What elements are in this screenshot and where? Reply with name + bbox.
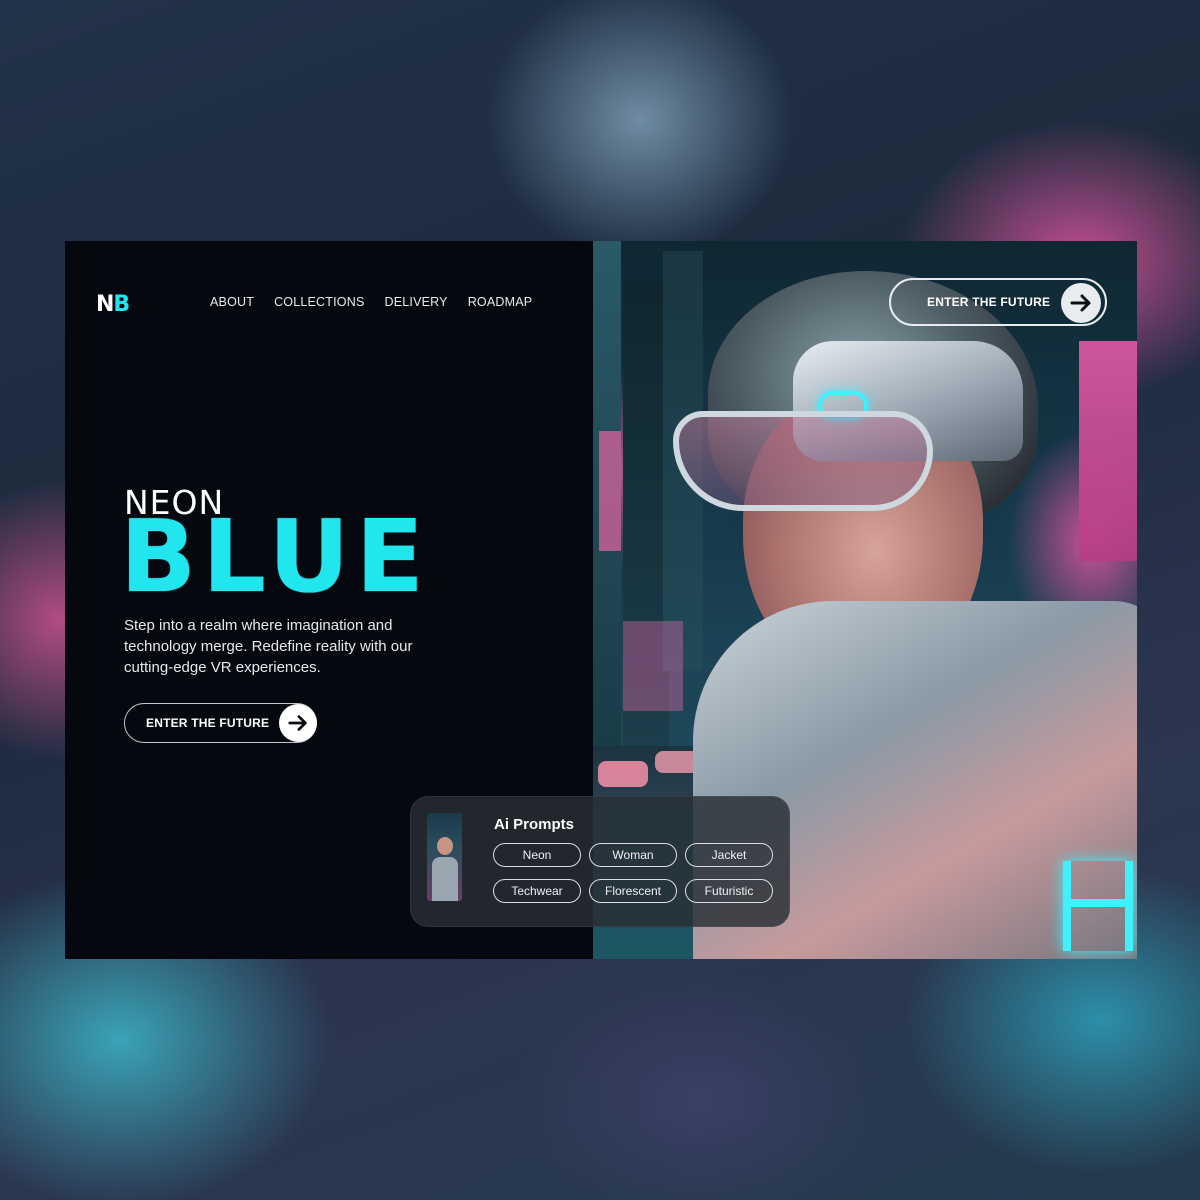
arrow-right-icon	[279, 704, 317, 742]
nav-collections[interactable]: COLLECTIONS	[274, 295, 364, 309]
header-cta-label: ENTER THE FUTURE	[927, 295, 1051, 309]
prompt-tags: Neon Woman Jacket Techwear Florescent Fu…	[493, 843, 779, 903]
tag-woman[interactable]: Woman	[589, 843, 677, 867]
tag-techwear[interactable]: Techwear	[493, 879, 581, 903]
arrow-right-icon	[1061, 283, 1101, 323]
logo-letter-n: N	[96, 292, 114, 317]
hero-description: Step into a realm where imagination and …	[124, 617, 413, 676]
nav-roadmap[interactable]: ROADMAP	[468, 295, 533, 309]
vr-goggles	[673, 411, 933, 511]
thumbnail-body	[432, 857, 458, 901]
tag-futuristic[interactable]: Futuristic	[685, 879, 773, 903]
billboard	[599, 431, 621, 551]
prompt-thumbnail[interactable]	[427, 813, 462, 901]
billboard	[1079, 341, 1137, 561]
nav-about[interactable]: ABOUT	[210, 295, 254, 309]
ai-prompts-card: Ai Prompts Neon Woman Jacket Techwear Fl…	[410, 796, 790, 927]
hero-cta-label: ENTER THE FUTURE	[146, 716, 270, 730]
hero-enter-future-button[interactable]: ENTER THE FUTURE	[124, 703, 317, 743]
neon-glow	[623, 621, 683, 711]
car	[598, 761, 648, 787]
nav-delivery[interactable]: DELIVERY	[384, 295, 447, 309]
main-nav: ABOUT COLLECTIONS DELIVERY ROADMAP	[210, 295, 532, 309]
tag-neon[interactable]: Neon	[493, 843, 581, 867]
logo-letter-b: B	[113, 292, 130, 317]
brand-logo[interactable]: NB	[96, 292, 130, 317]
hero-title-big: BLUE	[120, 498, 430, 615]
tag-florescent[interactable]: Florescent	[589, 879, 677, 903]
tag-jacket[interactable]: Jacket	[685, 843, 773, 867]
landing-card: NB ABOUT COLLECTIONS DELIVERY ROADMAP EN…	[65, 241, 1137, 959]
prompts-title: Ai Prompts	[494, 816, 575, 833]
header-enter-future-button[interactable]: ENTER THE FUTURE	[889, 278, 1107, 326]
thumbnail-face	[437, 837, 453, 855]
neon-sign	[1063, 861, 1133, 951]
